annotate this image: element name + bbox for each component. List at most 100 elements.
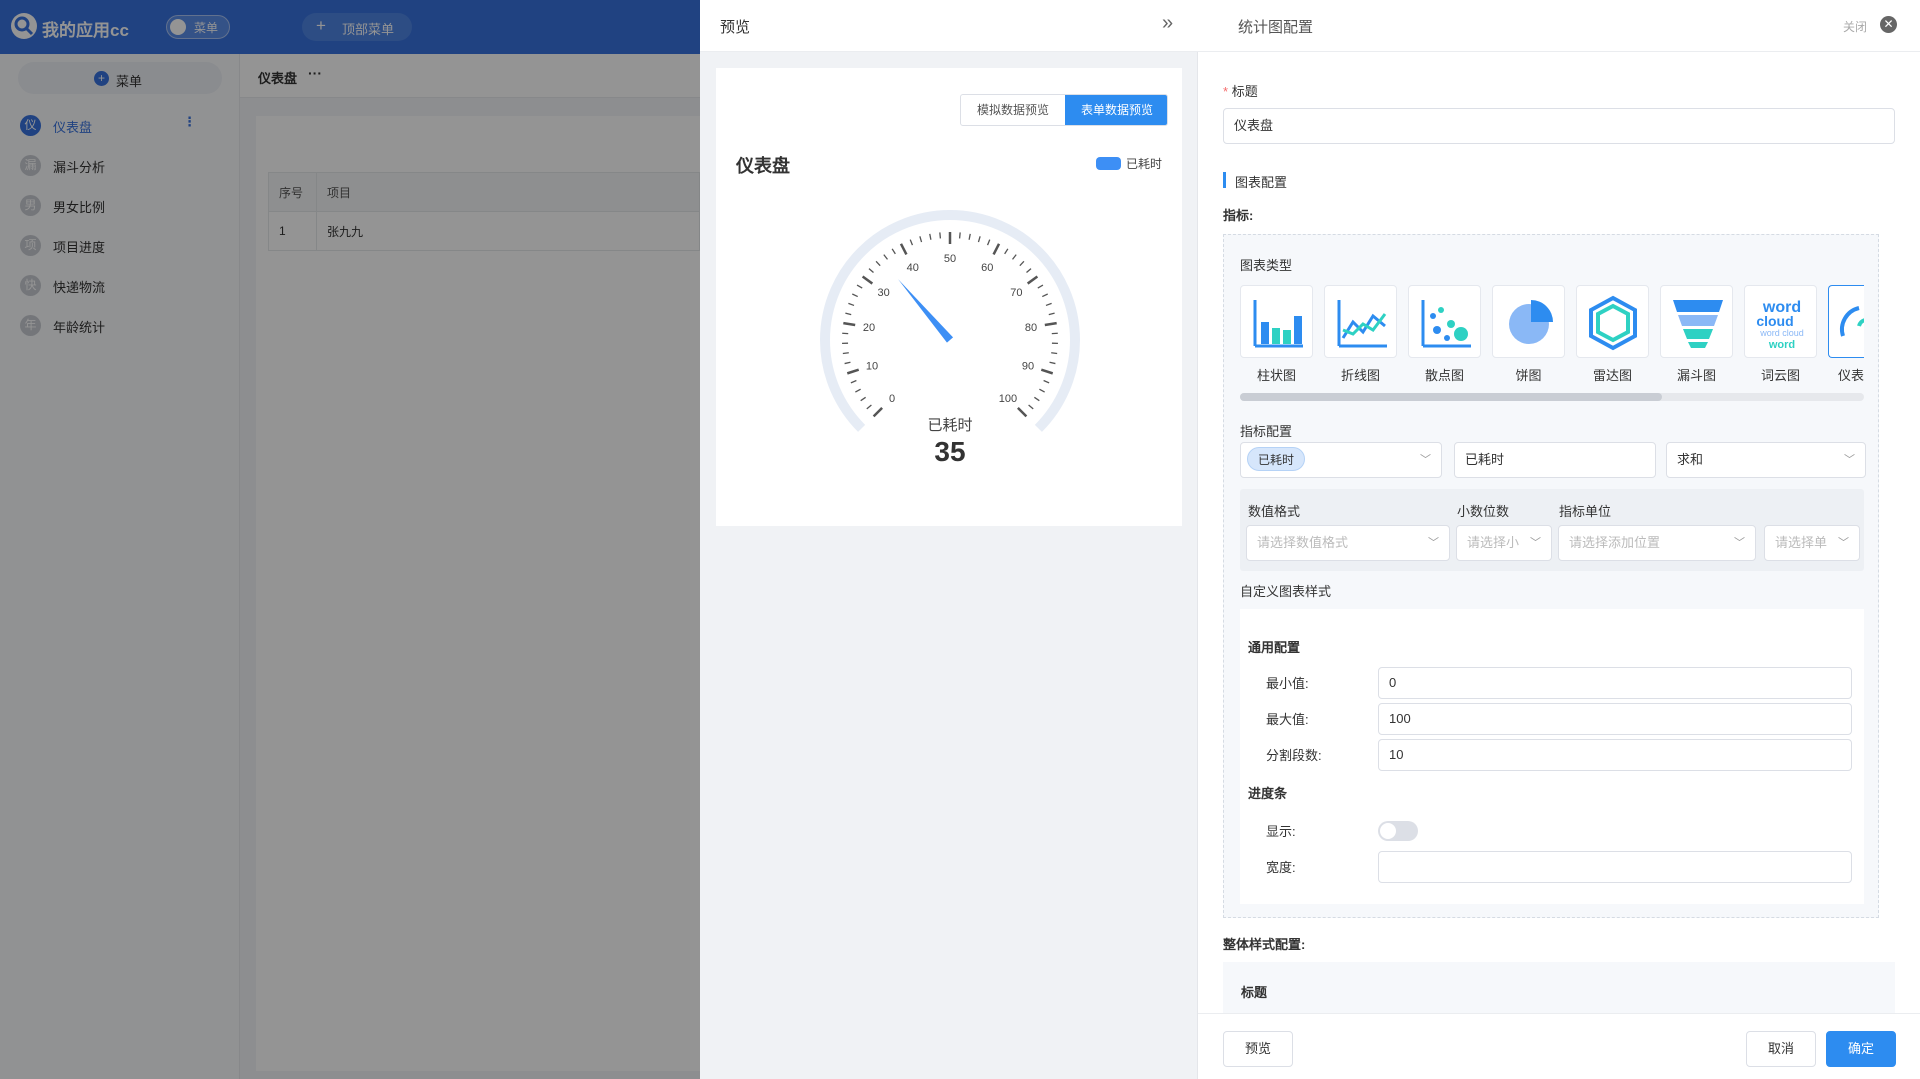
gauge-minor-tick	[856, 284, 863, 289]
gauge-minor-tick	[1043, 379, 1050, 384]
progress-bar-label: 进度条	[1248, 786, 1288, 801]
gauge-tick-label: 80	[1025, 322, 1037, 334]
config-footer: 预览 取消 确定	[1198, 1013, 1920, 1079]
close-icon[interactable]: ✕	[1880, 16, 1897, 33]
legend-label: 已耗时	[1126, 157, 1163, 171]
gauge-minor-tick	[939, 232, 942, 239]
gauge-minor-tick	[850, 379, 857, 384]
gauge-minor-tick	[875, 260, 881, 267]
width-label: 宽度:	[1266, 860, 1296, 875]
chart-type-wordcloud[interactable]: word cloud word cloud word	[1744, 285, 1817, 358]
gauge-minor-tick	[1026, 268, 1032, 274]
chart-type-label-radar: 雷达图	[1592, 368, 1632, 383]
chart-type-pie[interactable]	[1492, 285, 1565, 358]
legend-swatch[interactable]	[1096, 157, 1121, 170]
aggregation-select[interactable]: 求和 ﹀	[1666, 442, 1866, 478]
wordcloud-chart-icon: word cloud word cloud word	[1756, 299, 1803, 351]
gauge-major-tick	[899, 243, 908, 256]
title-field-label: * 标题	[1223, 81, 1258, 100]
format-box: 数值格式 小数位数 指标单位 请选择数值格式 ﹀ 请选择小 ﹀ 请选择添加位置 …	[1240, 489, 1864, 571]
gauge-minor-tick	[919, 236, 923, 243]
gauge-tick-label: 10	[866, 360, 878, 372]
gauge-major-tick	[843, 321, 856, 327]
gauge-value: 35	[934, 436, 965, 467]
decimal-select[interactable]: 请选择小 ﹀	[1456, 525, 1552, 561]
chevron-down-icon: ﹀	[1844, 454, 1855, 466]
gauge-major-tick	[872, 406, 884, 418]
gauge-tick-label: 100	[999, 393, 1017, 405]
gauge-minor-tick	[968, 233, 971, 240]
chevron-down-icon: ﹀	[1734, 537, 1745, 549]
wordcloud-word: word	[1768, 339, 1795, 351]
gauge-minor-tick	[1045, 302, 1052, 307]
close-label[interactable]: 关闭	[1843, 18, 1867, 35]
gauge-major-tick	[1016, 406, 1028, 418]
metric-field-select[interactable]: 已耗时 ﹀	[1240, 442, 1442, 478]
modal-overlay[interactable]	[0, 0, 700, 1079]
chart-type-bar[interactable]	[1240, 285, 1313, 358]
chart-type-gauge[interactable]	[1828, 285, 1864, 358]
toggle-knob	[1380, 823, 1396, 839]
custom-style-box: 通用配置 最小值: 0 最大值: 100 分割段数: 10 进度条 显示: 宽度…	[1240, 609, 1864, 904]
placeholder: 请选择单	[1775, 535, 1828, 550]
gauge-tick-label: 90	[1022, 360, 1034, 372]
gauge-tick-label: 70	[1010, 287, 1022, 299]
gauge-minor-tick	[866, 404, 872, 410]
min-label: 最小值:	[1266, 676, 1309, 691]
split-label: 分割段数:	[1266, 748, 1322, 763]
metrics-box: 图表类型 word cloud word cloud word 柱状图 折线图 …	[1223, 234, 1879, 918]
gauge-chart: 0 10 20 30 40 50 60 70 80 90 100 已耗时 35	[820, 210, 1080, 467]
chevron-down-icon: ﹀	[1838, 537, 1849, 549]
chart-type-label-bar: 柱状图	[1256, 368, 1296, 383]
title-input[interactable]: 仪表盘	[1223, 108, 1895, 144]
form-data-preview-tab[interactable]: 表单数据预览	[1065, 95, 1167, 125]
scrollbar-thumb[interactable]	[1240, 393, 1662, 401]
collapse-icon[interactable]: »	[1162, 12, 1173, 35]
app-background: 我的应用cc 菜单 + 顶部菜单 + 菜单 仪 仪表盘 ⋮ 漏 漏斗分析 男 男…	[0, 0, 700, 1079]
chart-type-scatter[interactable]	[1408, 285, 1481, 358]
width-input[interactable]	[1378, 851, 1852, 883]
chart-type-line[interactable]	[1324, 285, 1397, 358]
wordcloud-word: cloud	[1756, 313, 1793, 329]
chart-type-funnel[interactable]	[1660, 285, 1733, 358]
gauge-minor-tick	[1012, 254, 1017, 260]
gauge-minor-tick	[883, 254, 888, 260]
chart-type-label-pie: 饼图	[1515, 368, 1542, 383]
min-value-input[interactable]: 0	[1378, 667, 1852, 699]
chart-title: 仪表盘	[736, 156, 790, 176]
preview-header: 预览 »	[700, 0, 1198, 52]
preview-button[interactable]: 预览	[1223, 1031, 1293, 1067]
gauge-minor-tick	[891, 248, 896, 255]
value-format-select[interactable]: 请选择数值格式 ﹀	[1246, 525, 1450, 561]
gauge-minor-tick	[977, 236, 981, 243]
metric-alias-input[interactable]: 已耗时	[1454, 442, 1656, 478]
split-number-input[interactable]: 10	[1378, 739, 1852, 771]
mock-data-preview-tab[interactable]: 模拟数据预览	[961, 95, 1065, 125]
required-mark: *	[1223, 84, 1229, 99]
unit-select[interactable]: 请选择单 ﹀	[1764, 525, 1860, 561]
preview-mode-switch: 模拟数据预览 表单数据预览	[960, 94, 1168, 126]
gauge-minor-tick	[1042, 293, 1048, 298]
cancel-button[interactable]: 取消	[1746, 1031, 1816, 1067]
gauge-major-tick	[846, 368, 860, 375]
gauge-minor-tick	[844, 361, 851, 365]
gauge-minor-tick	[1028, 404, 1034, 410]
metric-tag[interactable]: 已耗时	[1247, 447, 1306, 471]
confirm-button[interactable]: 确定	[1826, 1031, 1896, 1067]
metrics-label: 指标:	[1223, 208, 1254, 223]
gauge-major-tick	[1044, 321, 1057, 327]
gauge-minor-tick	[852, 293, 858, 298]
placeholder: 请选择数值格式	[1257, 535, 1349, 550]
max-label: 最大值:	[1266, 712, 1309, 727]
max-value-input[interactable]: 100	[1378, 703, 1852, 735]
chart-type-radar[interactable]	[1576, 285, 1649, 358]
gauge-minor-tick	[958, 232, 961, 239]
gauge-minor-tick	[1037, 284, 1044, 289]
section-accent	[1223, 172, 1226, 188]
show-label: 显示:	[1266, 824, 1296, 839]
unit-position-select[interactable]: 请选择添加位置 ﹀	[1558, 525, 1756, 561]
show-progress-toggle[interactable]	[1378, 821, 1418, 841]
chart-type-label-wordcloud: 词云图	[1760, 368, 1800, 383]
gauge-minor-tick	[860, 396, 867, 402]
preview-card: 模拟数据预览 表单数据预览 仪表盘 已耗时 0 10 20 30 40 50 60 70 80 9…	[716, 68, 1182, 526]
